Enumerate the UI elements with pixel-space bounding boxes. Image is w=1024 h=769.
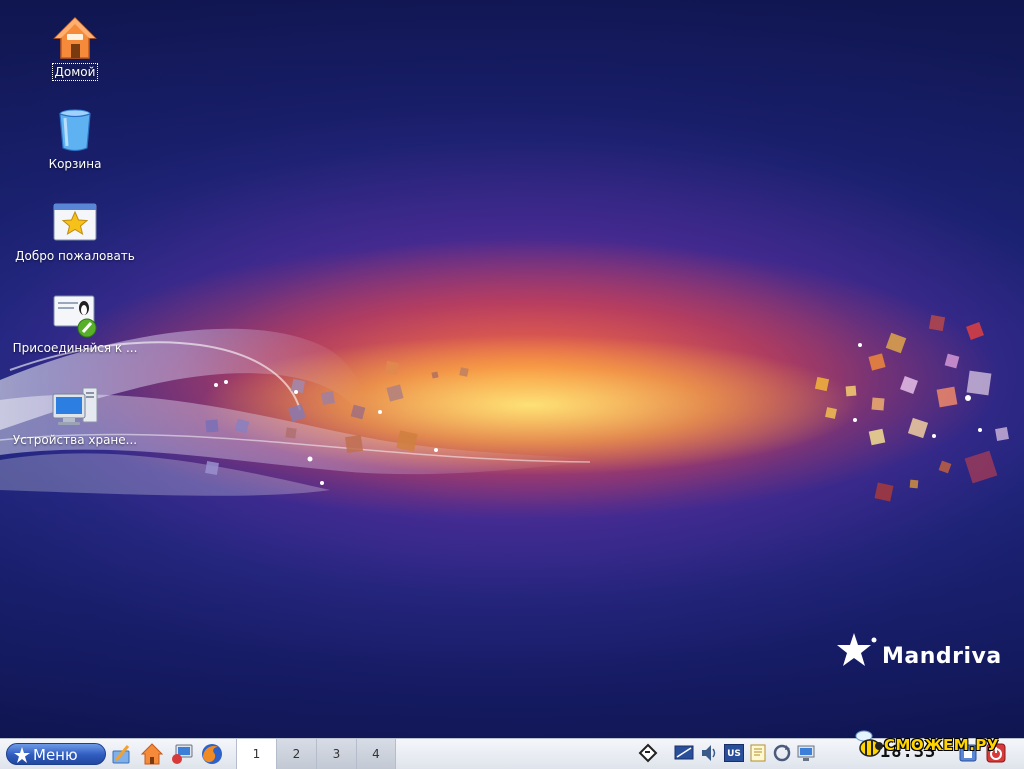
home-folder-icon[interactable] [140, 742, 164, 766]
desktop-icon-storage[interactable]: Устройства хране... [5, 382, 145, 448]
desktop-background: Домой Корзина Добро пожаловать Присоедин… [0, 0, 1024, 738]
star-icon [14, 747, 30, 763]
workspace-2-button[interactable]: 2 [276, 739, 316, 769]
trash-icon [51, 106, 99, 154]
display-icon[interactable] [674, 743, 694, 763]
wallpaper-cubes [205, 314, 1009, 502]
volume-icon[interactable] [700, 743, 720, 763]
home-icon [51, 14, 99, 62]
main-menu-button[interactable]: Меню [6, 743, 106, 765]
workspace-3-button[interactable]: 3 [316, 739, 356, 769]
keyboard-layout-indicator[interactable]: US [724, 744, 744, 762]
desktop-icon-trash[interactable]: Корзина [5, 106, 145, 172]
update-icon[interactable] [772, 743, 792, 763]
desktop-icon-label: Добро пожаловать [15, 249, 135, 263]
desktop-icon-label: Присоединяйся к ... [12, 341, 138, 355]
watermark: СМОЖЕМ.РУ [852, 728, 1020, 764]
network-icon[interactable] [796, 743, 816, 763]
main-menu-label: Меню [33, 746, 78, 764]
clipboard-icon[interactable] [638, 743, 658, 763]
welcome-star-icon [51, 198, 99, 246]
watermark-text: СМОЖЕМ.РУ [884, 736, 999, 754]
desktop-icon-home[interactable]: Домой [5, 14, 145, 81]
workspace-pager: 1 2 3 4 [236, 739, 396, 769]
mandriva-star-icon [837, 633, 877, 666]
workspace-4-button[interactable]: 4 [356, 739, 396, 769]
configure-icon[interactable] [110, 742, 134, 766]
workspace-1-button[interactable]: 1 [236, 739, 276, 769]
desktop-icon-welcome[interactable]: Добро пожаловать [5, 198, 145, 264]
computer-icon [51, 382, 99, 430]
desktop-icon-label: Корзина [48, 157, 102, 171]
network-computer-icon[interactable] [170, 742, 194, 766]
join-club-icon [51, 290, 99, 338]
mandriva-logo-text: Mandriva [882, 644, 1002, 669]
bee-icon [855, 730, 883, 757]
desktop-icon-join[interactable]: Присоединяйся к ... [5, 290, 145, 356]
desktop-icon-label: Устройства хране... [12, 433, 138, 447]
mandriva-logo: Mandriva [834, 630, 1004, 680]
firefox-icon[interactable] [200, 742, 224, 766]
desktop-icon-label: Домой [51, 63, 99, 81]
notes-icon[interactable] [748, 743, 768, 763]
